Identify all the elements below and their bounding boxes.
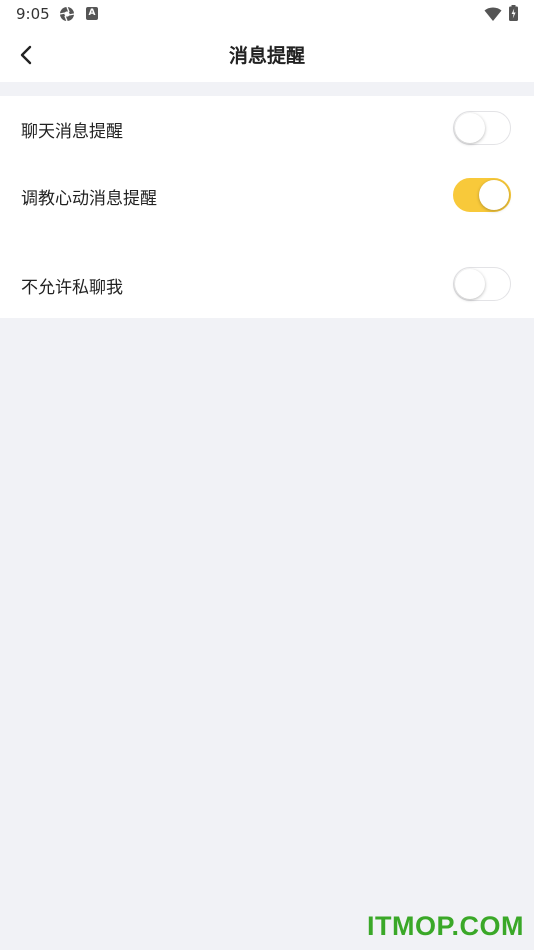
toggle-knob <box>455 269 485 299</box>
settings-list: 聊天消息提醒 调教心动消息提醒 不允许私聊我 <box>0 96 534 318</box>
disallow-private-chat-toggle[interactable] <box>453 267 511 301</box>
watermark: ITMOP.COM <box>366 911 524 941</box>
page-title: 消息提醒 <box>228 45 305 67</box>
toggle-knob <box>479 180 509 210</box>
setting-row-disallow-private-chat: 不允许私聊我 <box>0 262 534 306</box>
setting-label: 聊天消息提醒 <box>21 122 123 142</box>
setting-label: 不允许私聊我 <box>21 278 123 298</box>
wifi-icon <box>484 7 502 21</box>
setting-label: 调教心动消息提醒 <box>21 189 157 209</box>
setting-row-chat-message-reminder: 聊天消息提醒 <box>0 106 534 150</box>
status-time: 9:05 <box>16 5 50 23</box>
status-bar: 9:05 A <box>0 0 534 28</box>
app-a-icon: A <box>86 7 98 20</box>
heartbeat-message-reminder-toggle[interactable] <box>453 178 511 212</box>
toggle-knob <box>455 113 485 143</box>
setting-row-heartbeat-message-reminder: 调教心动消息提醒 <box>0 173 534 217</box>
chat-message-reminder-toggle[interactable] <box>453 111 511 145</box>
nav-bar: 消息提醒 <box>0 28 534 82</box>
battery-icon <box>509 5 518 21</box>
aperture-icon <box>59 6 75 22</box>
